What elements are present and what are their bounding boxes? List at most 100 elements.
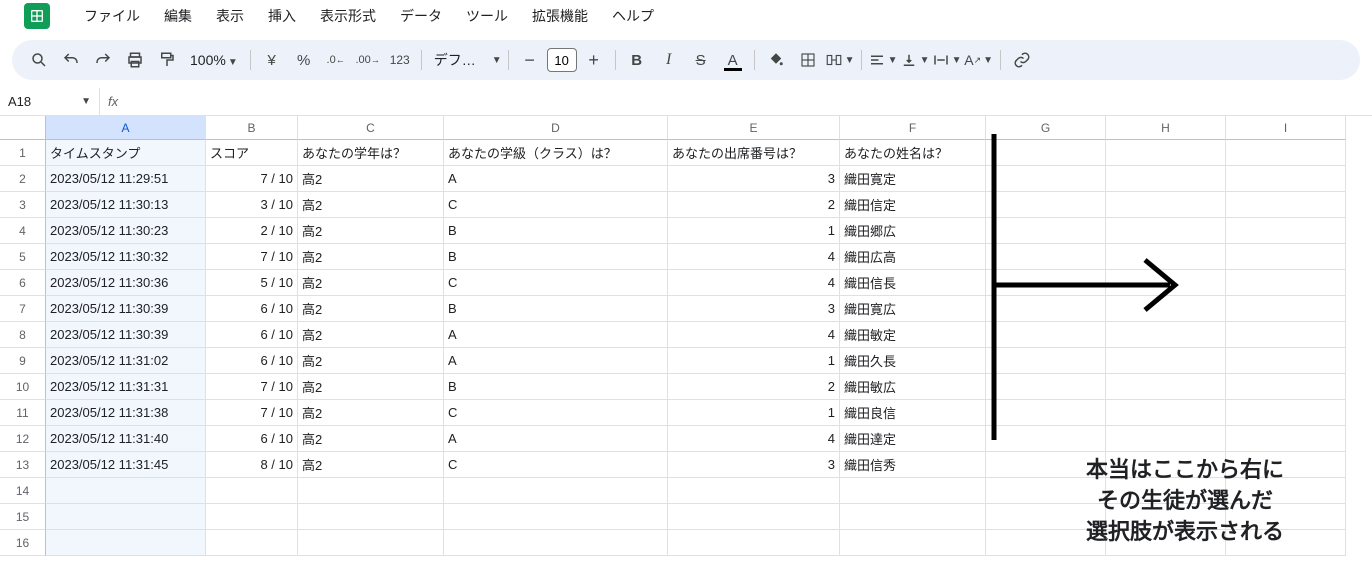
text-rotation-button[interactable]: A↗▼: [964, 45, 994, 75]
cell-I8[interactable]: [1226, 322, 1346, 348]
cell-D4[interactable]: B: [444, 218, 668, 244]
cell-I10[interactable]: [1226, 374, 1346, 400]
cell-E7[interactable]: 3: [668, 296, 840, 322]
cell-G14[interactable]: [986, 478, 1106, 504]
cell-I16[interactable]: [1226, 530, 1346, 556]
cell-C13[interactable]: 高2: [298, 452, 444, 478]
row-header-7[interactable]: 7: [0, 296, 46, 322]
cell-G6[interactable]: [986, 270, 1106, 296]
cell-D6[interactable]: C: [444, 270, 668, 296]
cell-D10[interactable]: B: [444, 374, 668, 400]
cell-C14[interactable]: [298, 478, 444, 504]
cell-I7[interactable]: [1226, 296, 1346, 322]
cell-D2[interactable]: A: [444, 166, 668, 192]
cell-F7[interactable]: 織田寛広: [840, 296, 986, 322]
cell-E1[interactable]: あなたの出席番号は？: [668, 140, 840, 166]
cell-G11[interactable]: [986, 400, 1106, 426]
cell-F10[interactable]: 織田敏広: [840, 374, 986, 400]
cell-G1[interactable]: [986, 140, 1106, 166]
cell-D14[interactable]: [444, 478, 668, 504]
percent-button[interactable]: %: [289, 45, 319, 75]
cell-H11[interactable]: [1106, 400, 1226, 426]
cell-A8[interactable]: 2023/05/12 11:30:39: [46, 322, 206, 348]
cell-B4[interactable]: 2 / 10: [206, 218, 298, 244]
cell-H4[interactable]: [1106, 218, 1226, 244]
cell-B2[interactable]: 7 / 10: [206, 166, 298, 192]
row-header-10[interactable]: 10: [0, 374, 46, 400]
print-icon[interactable]: [120, 45, 150, 75]
cell-B1[interactable]: スコア: [206, 140, 298, 166]
cell-D12[interactable]: A: [444, 426, 668, 452]
currency-button[interactable]: ¥: [257, 45, 287, 75]
cell-H6[interactable]: [1106, 270, 1226, 296]
cell-G3[interactable]: [986, 192, 1106, 218]
cell-B12[interactable]: 6 / 10: [206, 426, 298, 452]
bold-button[interactable]: B: [622, 45, 652, 75]
cell-C12[interactable]: 高2: [298, 426, 444, 452]
cell-C11[interactable]: 高2: [298, 400, 444, 426]
strikethrough-button[interactable]: S: [686, 45, 716, 75]
row-header-9[interactable]: 9: [0, 348, 46, 374]
cell-B16[interactable]: [206, 530, 298, 556]
col-header-H[interactable]: H: [1106, 116, 1226, 140]
decrease-font-size-button[interactable]: −: [515, 45, 545, 75]
cell-I1[interactable]: [1226, 140, 1346, 166]
col-header-I[interactable]: I: [1226, 116, 1346, 140]
cell-F16[interactable]: [840, 530, 986, 556]
cell-C16[interactable]: [298, 530, 444, 556]
cell-F5[interactable]: 織田広高: [840, 244, 986, 270]
borders-button[interactable]: [793, 45, 823, 75]
cell-A6[interactable]: 2023/05/12 11:30:36: [46, 270, 206, 296]
cell-E2[interactable]: 3: [668, 166, 840, 192]
cell-C10[interactable]: 高2: [298, 374, 444, 400]
cell-C6[interactable]: 高2: [298, 270, 444, 296]
name-box[interactable]: A18▼: [0, 88, 100, 115]
select-all-corner[interactable]: [0, 116, 46, 140]
cell-G12[interactable]: [986, 426, 1106, 452]
cell-A1[interactable]: タイムスタンプ: [46, 140, 206, 166]
cell-C2[interactable]: 高2: [298, 166, 444, 192]
cell-I15[interactable]: [1226, 504, 1346, 530]
cell-B3[interactable]: 3 / 10: [206, 192, 298, 218]
row-header-12[interactable]: 12: [0, 426, 46, 452]
cell-F2[interactable]: 織田寛定: [840, 166, 986, 192]
vertical-align-button[interactable]: ▼: [900, 45, 930, 75]
cell-E6[interactable]: 4: [668, 270, 840, 296]
search-icon[interactable]: [24, 45, 54, 75]
cell-F6[interactable]: 織田信長: [840, 270, 986, 296]
cell-E4[interactable]: 1: [668, 218, 840, 244]
col-header-A[interactable]: A: [46, 116, 206, 140]
cell-I2[interactable]: [1226, 166, 1346, 192]
row-header-5[interactable]: 5: [0, 244, 46, 270]
menu-6[interactable]: ツール: [456, 2, 518, 30]
cell-I14[interactable]: [1226, 478, 1346, 504]
cell-F15[interactable]: [840, 504, 986, 530]
cell-F8[interactable]: 織田敏定: [840, 322, 986, 348]
cell-E11[interactable]: 1: [668, 400, 840, 426]
cell-B5[interactable]: 7 / 10: [206, 244, 298, 270]
cell-H3[interactable]: [1106, 192, 1226, 218]
menu-2[interactable]: 表示: [206, 2, 254, 30]
cell-D7[interactable]: B: [444, 296, 668, 322]
cell-I9[interactable]: [1226, 348, 1346, 374]
cell-A2[interactable]: 2023/05/12 11:29:51: [46, 166, 206, 192]
cell-E14[interactable]: [668, 478, 840, 504]
cell-B9[interactable]: 6 / 10: [206, 348, 298, 374]
menu-3[interactable]: 挿入: [258, 2, 306, 30]
cell-A9[interactable]: 2023/05/12 11:31:02: [46, 348, 206, 374]
cell-A11[interactable]: 2023/05/12 11:31:38: [46, 400, 206, 426]
cell-D15[interactable]: [444, 504, 668, 530]
cell-D8[interactable]: A: [444, 322, 668, 348]
col-header-C[interactable]: C: [298, 116, 444, 140]
cell-H13[interactable]: [1106, 452, 1226, 478]
menu-5[interactable]: データ: [390, 2, 452, 30]
cell-A3[interactable]: 2023/05/12 11:30:13: [46, 192, 206, 218]
cell-D5[interactable]: B: [444, 244, 668, 270]
menu-4[interactable]: 表示形式: [310, 2, 386, 30]
col-header-E[interactable]: E: [668, 116, 840, 140]
cell-G2[interactable]: [986, 166, 1106, 192]
col-header-D[interactable]: D: [444, 116, 668, 140]
number-format-button[interactable]: 123: [385, 45, 415, 75]
cell-B14[interactable]: [206, 478, 298, 504]
redo-icon[interactable]: [88, 45, 118, 75]
